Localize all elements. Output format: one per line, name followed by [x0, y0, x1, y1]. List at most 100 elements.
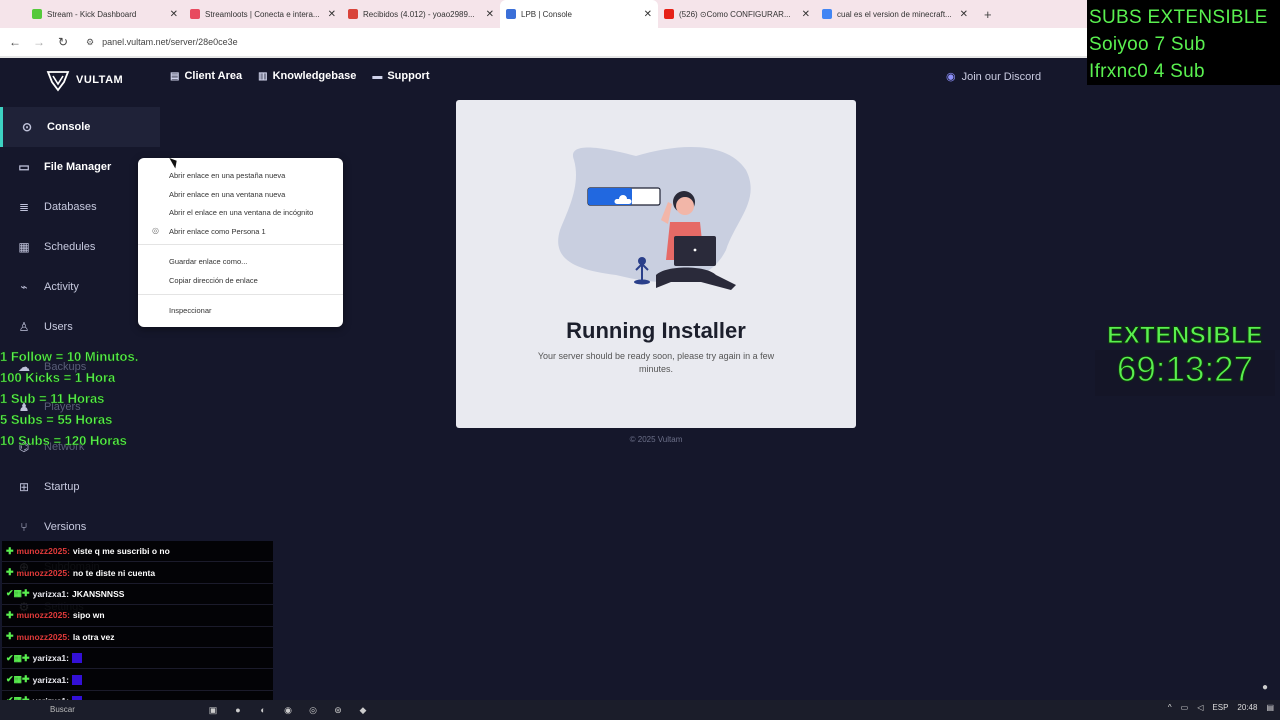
subs-overlay: SUBS EXTENSIBLE Soiyoo 7 Sub Ifrxnc0 4 S… [1087, 0, 1280, 85]
installer-card: Running Installer Your server should be … [456, 100, 856, 428]
chat-badge-icon: ✚ [6, 609, 14, 620]
chat-badge-icon: ✔▦✚ [6, 652, 30, 663]
close-icon[interactable]: ✕ [802, 9, 810, 20]
close-icon[interactable]: ✕ [486, 9, 494, 20]
chrome-icon[interactable]: ◉ [281, 703, 295, 717]
chat-username: munozz2025: [16, 631, 70, 642]
sidebar-icon: ≣ [18, 200, 30, 214]
rules-overlay: 1 Follow = 10 Minutos. 100 Kicks = 1 Hora… [0, 346, 200, 451]
taskbar: Buscar ▣ ● ◐ ◉ ◎ ⊛ ◆ ^ ▭ ◁ ESP 20:48 ▤ [0, 700, 1280, 720]
sidebar-item-startup[interactable]: ⊞ Startup [0, 467, 160, 507]
tab-title: (526) ⊙Como CONFIGURAR... [679, 9, 791, 19]
rule-line: 1 Follow = 10 Minutos. [0, 349, 139, 364]
sidebar-item-label: Startup [44, 481, 80, 493]
close-icon[interactable]: ✕ [328, 9, 336, 20]
sidebar-item-users[interactable]: ♙ Users [0, 307, 160, 347]
language-indicator[interactable]: ESP [1212, 703, 1228, 712]
tab-title: LPB | Console [521, 9, 572, 19]
close-icon[interactable]: ✕ [170, 9, 178, 20]
browser-tab[interactable]: LPB | Console ✕ [500, 0, 658, 28]
tab-favicon-icon [822, 9, 832, 19]
nav-support[interactable]: ▬ Support [372, 70, 429, 82]
chat-badge-icon: ✔▦✚ [6, 674, 30, 685]
browser-tab[interactable]: Streamloots | Conecta e intera... ✕ [184, 0, 342, 28]
logo-text: VULTAM [76, 74, 124, 86]
menu-item-open-new-window[interactable]: Abrir enlace en una ventana nueva [169, 190, 285, 199]
menu-item-copy-link[interactable]: Copiar dirección de enlace [169, 276, 258, 285]
extensible-overlay: EXTENSIBLE 69:13:27 [1090, 322, 1280, 396]
nav-label: Knowledgebase [272, 70, 357, 82]
nav-knowledgebase[interactable]: ▥ Knowledgebase [258, 70, 356, 82]
browser-tab[interactable]: Recibidos (4.012) - yoao2989... ✕ [342, 0, 500, 28]
browser-tab[interactable]: (526) ⊙Como CONFIGURAR... ✕ [658, 0, 816, 28]
tray-chevron-icon[interactable]: ^ [1168, 703, 1172, 712]
sidebar-icon: ⊙ [21, 120, 33, 134]
chat-username: munozz2025: [16, 567, 70, 578]
sidebar-icon: ⊞ [18, 480, 30, 494]
menu-item-inspect[interactable]: Inspeccionar [169, 306, 212, 315]
folder-icon[interactable]: ▣ [206, 703, 220, 717]
back-icon[interactable]: ← [8, 35, 22, 49]
chat-text: no te diste ni cuenta [72, 567, 156, 578]
sidebar-item-file-manager[interactable]: ▭ File Manager [0, 147, 160, 187]
sidebar-icon: ⑂ [20, 520, 28, 534]
menu-item-save-link[interactable]: Guardar enlace como... [169, 257, 247, 266]
chat-username: yarizxa1: [32, 653, 69, 664]
menu-item-open-new-tab[interactable]: Abrir enlace en una pestaña nueva [169, 171, 285, 180]
forward-icon[interactable]: → [32, 35, 46, 49]
sidebar-item-label: Users [44, 321, 73, 333]
sidebar-icon: ▦ [18, 240, 30, 254]
status-message: Your server should be ready soon, please… [537, 351, 775, 374]
sidebar-item-label: Activity [44, 281, 79, 293]
support-icon: ▬ [372, 70, 383, 82]
chat-username: yarizxa1: [32, 588, 69, 599]
sidebar-item-schedules[interactable]: ▦ Schedules [0, 227, 160, 267]
rule-line: 1 Sub = 11 Horas [0, 391, 105, 406]
address-bar: ← → ↻ ⚙ panel.vultam.net/server/28e0ce3e [0, 28, 1090, 56]
browser-divider [0, 56, 1090, 58]
browser-tab[interactable]: Stream - Kick Dashboard ✕ [26, 0, 184, 28]
nav-client-area[interactable]: ▤ Client Area [170, 70, 242, 82]
sidebar-icon: ⌁ [20, 280, 28, 294]
installer-illustration [558, 147, 751, 290]
sidebar-item-label: Databases [44, 201, 97, 213]
chat-badge-icon: ✚ [6, 545, 14, 556]
browser-tab[interactable]: cual es el version de minecraft... ✕ [816, 0, 974, 28]
close-icon[interactable]: ✕ [960, 9, 968, 20]
context-menu: Abrir enlace en una pestaña nueva Abrir … [138, 158, 343, 327]
menu-item-open-incognito[interactable]: Abrir el enlace en una ventana de incógn… [169, 208, 313, 217]
new-tab-button[interactable]: + [984, 7, 992, 22]
url-field[interactable]: ⚙ panel.vultam.net/server/28e0ce3e [86, 37, 238, 48]
network-icon[interactable]: ▭ [1181, 703, 1189, 712]
extensible-title: EXTENSIBLE [1107, 322, 1263, 350]
notification-icon[interactable]: ▤ [1266, 703, 1274, 712]
sidebar-item-console[interactable]: ⊙ Console [0, 107, 160, 147]
menu-item-open-as-profile[interactable]: Abrir enlace como Persona 1 [169, 227, 266, 236]
rule-line: 10 Subs = 120 Horas [0, 433, 127, 448]
sidebar-item-label: File Manager [44, 161, 112, 173]
clock[interactable]: 20:48 [1237, 703, 1257, 712]
volume-icon[interactable]: ◁ [1197, 703, 1203, 712]
close-icon[interactable]: ✕ [644, 9, 652, 20]
site-info-icon[interactable]: ⚙ [86, 37, 94, 48]
sidebar-item-databases[interactable]: ≣ Databases [0, 187, 160, 227]
tab-title: cual es el version de minecraft... [837, 9, 952, 19]
chat-message: ✚ munozz2025: no te diste ni cuenta [2, 562, 273, 584]
reload-icon[interactable]: ↻ [56, 35, 70, 49]
obs-icon[interactable]: ◎ [306, 703, 320, 717]
minecraft-icon[interactable]: ◆ [356, 703, 370, 717]
xbox-icon[interactable]: ● [231, 703, 245, 717]
rule-line: 100 Kicks = 1 Hora [0, 370, 116, 385]
taskbar-search[interactable]: Buscar [50, 705, 75, 714]
vultam-logo[interactable]: VULTAM [46, 68, 123, 92]
steam-icon[interactable]: ⊛ [331, 703, 345, 717]
chat-overlay: ✚ munozz2025: viste q me suscribi o no ✚ mun… [2, 541, 273, 713]
document-icon: ▤ [170, 70, 180, 82]
tab-title: Streamloots | Conecta e intera... [205, 9, 320, 19]
sidebar-item-activity[interactable]: ⌁ Activity [0, 267, 160, 307]
discord-link[interactable]: ◉ Join our Discord [946, 70, 1041, 84]
chat-emote-icon [71, 674, 82, 685]
app-icon[interactable]: ◐ [256, 703, 270, 717]
extensible-timer: 69:13:27 [1095, 350, 1275, 396]
url-text[interactable]: panel.vultam.net/server/28e0ce3e [102, 37, 238, 47]
